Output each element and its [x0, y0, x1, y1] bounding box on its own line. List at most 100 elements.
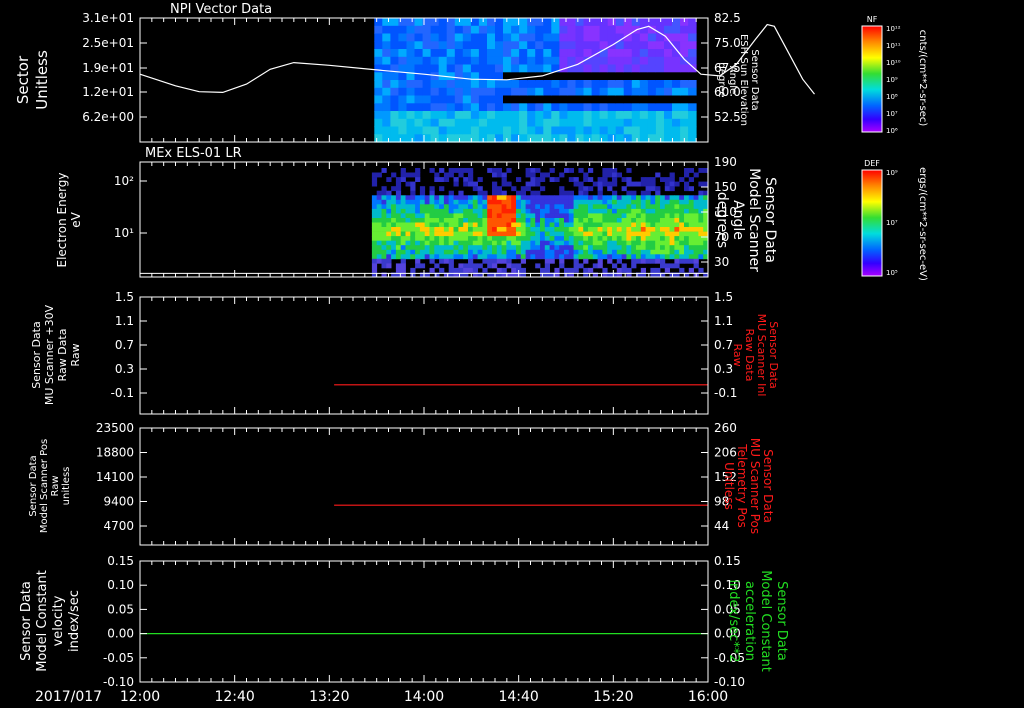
npi-heat-cell	[414, 18, 423, 27]
els-heat-cell	[453, 204, 459, 210]
els-heat-cell	[405, 195, 411, 201]
els-heat-cell	[520, 231, 526, 237]
npi-heatmap	[374, 18, 697, 143]
els-heat-cell	[472, 208, 478, 214]
els-heat-cell	[578, 240, 584, 246]
els-heat-cell	[371, 172, 378, 178]
els-heat-cell	[463, 181, 469, 187]
els-heat-cell	[410, 195, 416, 201]
y-tick-label-right: 0.15	[714, 554, 741, 568]
els-heat-cell	[645, 227, 651, 232]
els-heat-cell	[674, 181, 680, 187]
els-heat-cell	[636, 213, 642, 219]
els-heat-cell	[381, 258, 387, 264]
els-heat-cell	[650, 213, 656, 219]
els-heat-cell	[429, 204, 435, 210]
els-heat-cell	[376, 258, 382, 264]
els-heat-cell	[688, 208, 694, 214]
els-heat-cell	[477, 236, 483, 241]
els-heat-cell	[684, 218, 690, 223]
npi-heat-cell	[583, 18, 592, 27]
nf-colorbar-tick: 10¹¹	[886, 42, 901, 50]
npi-heat-cell	[655, 87, 665, 97]
els-heat-cell	[568, 267, 574, 273]
els-heat-cell	[429, 186, 435, 192]
els-heat-cell	[544, 172, 550, 178]
els-heat-cell	[458, 254, 464, 260]
els-heat-cell	[376, 245, 382, 251]
els-heat-cell	[583, 249, 589, 255]
els-heat-cell	[381, 231, 387, 237]
npi-heat-cell	[446, 33, 456, 42]
els-heat-cell	[612, 204, 618, 210]
npi-heat-cell	[623, 80, 633, 89]
els-heat-cell	[588, 267, 594, 273]
els-heat-cell	[530, 172, 536, 178]
els-heat-cell	[684, 213, 690, 219]
els-heat-cell	[559, 208, 565, 214]
els-heat-cell	[477, 204, 483, 210]
els-heat-cell	[391, 199, 397, 205]
els-heat-cell	[679, 213, 685, 219]
npi-heat-cell	[688, 18, 697, 27]
els-heat-cell	[698, 222, 704, 228]
els-heat-cell	[583, 172, 589, 178]
els-heat-cell	[568, 213, 574, 219]
els-heat-cell	[616, 245, 622, 251]
npi-heat-cell	[535, 111, 544, 120]
npi-heat-cell	[487, 18, 496, 27]
els-heat-cell	[525, 218, 531, 223]
npi-heat-cell	[655, 118, 665, 128]
els-heat-cell	[698, 245, 704, 251]
els-heat-cell	[448, 258, 454, 264]
els-heat-cell	[583, 195, 589, 201]
els-heat-cell	[674, 231, 680, 237]
npi-heat-cell	[430, 64, 440, 73]
npi-heat-cell	[551, 33, 560, 42]
npi-heat-cell	[672, 25, 681, 35]
npi-heat-cell	[511, 49, 520, 58]
els-heat-cell	[472, 213, 478, 219]
els-heat-cell	[530, 231, 536, 237]
npi-heat-cell	[527, 56, 536, 66]
els-heat-cell	[371, 267, 378, 273]
npi-heat-cell	[382, 134, 391, 143]
els-heat-cell	[405, 181, 411, 187]
els-heat-cell	[530, 181, 536, 187]
npi-heat-cell	[567, 80, 576, 89]
els-heat-cell	[516, 236, 522, 241]
els-heat-cell	[684, 199, 690, 205]
els-heat-cell	[386, 263, 392, 269]
els-heat-cell	[621, 231, 627, 237]
npi-heat-cell	[583, 118, 592, 128]
npi-heat-cell	[631, 95, 641, 104]
els-heat-cell	[506, 236, 512, 241]
els-heat-cell	[492, 213, 498, 219]
els-heat-cell	[410, 240, 416, 246]
scanpos-y-label-line: Model Scanner Pos	[39, 439, 50, 533]
els-heat-cell	[573, 208, 579, 214]
els-heat-cell	[597, 218, 603, 223]
els-heat-cell	[664, 213, 670, 219]
els-heat-cell	[669, 263, 675, 269]
npi-heat-cell	[446, 95, 456, 104]
els-heat-cell	[559, 195, 565, 201]
els-heat-cell	[458, 267, 464, 273]
els-heat-cell	[410, 190, 416, 196]
els-heat-cell	[371, 249, 378, 255]
els-heat-cell	[640, 181, 646, 187]
els-heat-cell	[554, 199, 560, 205]
npi-heat-cell	[631, 72, 641, 81]
els-heat-cell	[688, 195, 694, 201]
els-heat-cell	[607, 204, 613, 210]
els-heat-cell	[419, 222, 426, 228]
npi-heat-cell	[398, 49, 407, 58]
npi-heat-cell	[487, 64, 496, 73]
els-heat-cell	[636, 249, 642, 255]
els-heat-cell	[410, 204, 416, 210]
els-heat-cell	[540, 236, 546, 241]
els-heat-cell	[602, 204, 608, 210]
els-heat-cell	[698, 204, 704, 210]
els-heat-cell	[645, 213, 651, 219]
els-heat-cell	[621, 267, 627, 273]
